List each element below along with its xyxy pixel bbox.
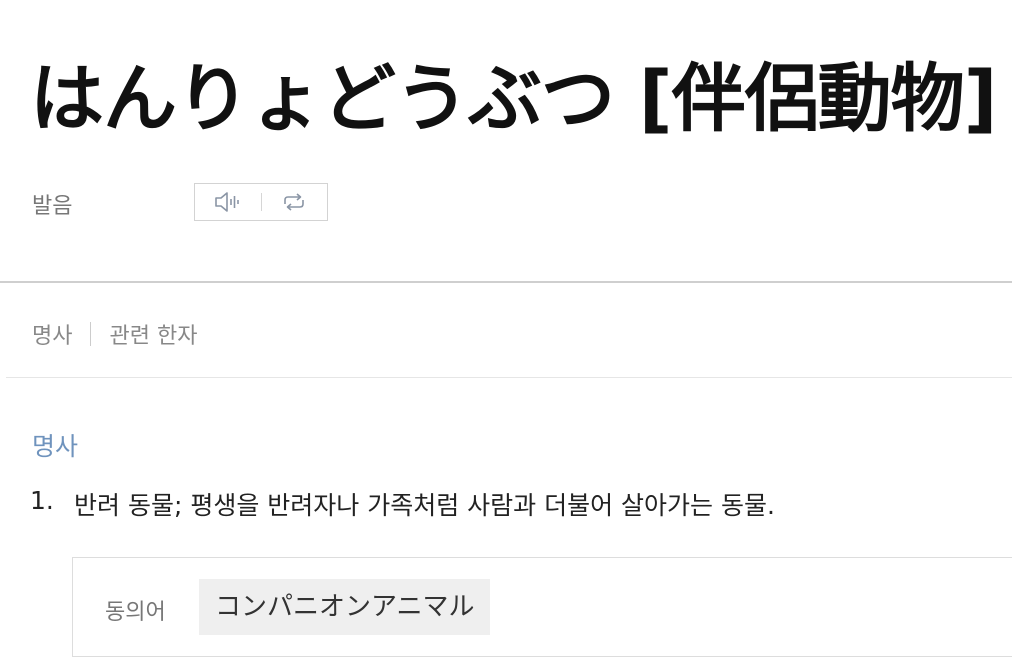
dictionary-entry-page: はんりょどうぶつ [伴侶動物] 발음 명사 관련 한자 명사 1. 반려 동물;… bbox=[0, 0, 1012, 663]
repeat-pronunciation-button[interactable] bbox=[262, 184, 328, 220]
pronunciation-controls bbox=[194, 183, 328, 221]
entry-tabs: 명사 관련 한자 bbox=[32, 318, 197, 350]
tab-separator bbox=[90, 322, 92, 346]
part-of-speech-heading: 명사 bbox=[32, 432, 79, 461]
tab-noun[interactable]: 명사 bbox=[32, 318, 72, 350]
section-divider bbox=[0, 281, 1012, 283]
synonym-box-divider bbox=[72, 656, 1012, 657]
tab-related-hanja[interactable]: 관련 한자 bbox=[109, 318, 197, 350]
speaker-icon bbox=[214, 192, 239, 212]
synonym-box: 동의어 コンパニオンアニマル bbox=[72, 557, 1012, 657]
sense-text: 반려 동물; 평생을 반려자나 가족처럼 사람과 더불어 살아가는 동물. bbox=[74, 491, 775, 520]
synonym-label: 동의어 bbox=[105, 600, 166, 625]
definition-sense: 1. 반려 동물; 평생을 반려자나 가족처럼 사람과 더불어 살아가는 동물. bbox=[30, 486, 775, 522]
entry-title: はんりょどうぶつ [伴侶動物] bbox=[30, 56, 997, 142]
repeat-icon bbox=[284, 193, 305, 211]
tabs-divider bbox=[6, 377, 1012, 378]
sense-number: 1. bbox=[30, 486, 54, 515]
play-pronunciation-button[interactable] bbox=[195, 184, 261, 220]
synonym-link[interactable]: コンパニオンアニマル bbox=[199, 579, 491, 635]
pronunciation-label: 발음 bbox=[32, 194, 73, 219]
